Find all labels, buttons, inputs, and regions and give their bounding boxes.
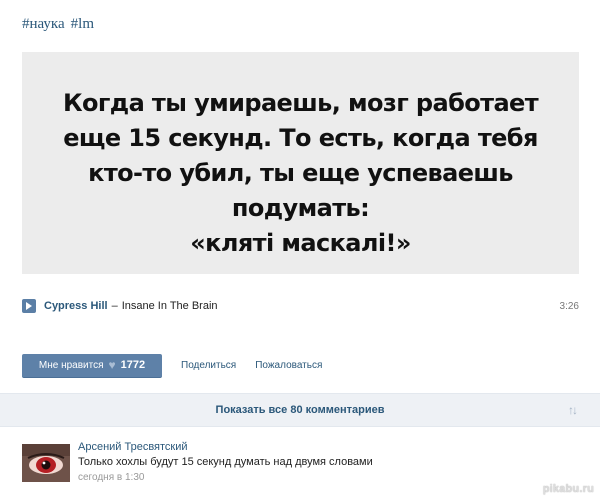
like-button[interactable]: Мне нравится ♥ 1772 xyxy=(22,353,162,378)
play-icon[interactable] xyxy=(22,299,36,313)
tag-nauka[interactable]: #наука xyxy=(22,16,65,33)
like-count: 1772 xyxy=(120,359,146,371)
comment-text: Только хохлы будут 15 секунд думать над … xyxy=(78,456,373,468)
hashtags: #наука #lm xyxy=(22,16,94,33)
post-actions: Мне нравится ♥ 1772 Поделиться Пожаловат… xyxy=(22,353,579,378)
meme-caption: Когда ты умираешь, мозг работает еще 15 … xyxy=(22,86,579,261)
watermark-logo: pikabu.ru xyxy=(542,483,594,495)
heart-icon: ♥ xyxy=(108,358,116,372)
audio-track: Cypress Hill – Insane In The Brain 3:26 xyxy=(22,296,579,316)
audio-separator: – xyxy=(111,300,118,312)
like-label: Мне нравится xyxy=(38,359,104,371)
comment-item: Арсений Тресвятский Только хохлы будут 1… xyxy=(22,441,579,491)
share-link[interactable]: Поделиться xyxy=(181,360,236,371)
meme-caption-line: «кляті маскалі!» xyxy=(190,229,411,257)
meme-caption-line: еще 15 секунд. То есть, когда тебя xyxy=(63,124,538,152)
tag-lm[interactable]: #lm xyxy=(71,16,94,33)
report-link[interactable]: Пожаловаться xyxy=(255,360,322,371)
audio-duration: 3:26 xyxy=(559,300,579,312)
meme-caption-line: кто-то убил, ты еще успеваешь подумать: xyxy=(88,159,513,222)
audio-artist[interactable]: Cypress Hill xyxy=(44,300,108,312)
comment-time[interactable]: сегодня в 1:30 xyxy=(78,472,144,483)
show-all-comments-button[interactable]: Показать все 80 комментариев ↑↓ xyxy=(0,393,600,427)
meme-image[interactable]: Когда ты умираешь, мозг работает еще 15 … xyxy=(22,52,579,274)
show-all-comments-label: Показать все 80 комментариев xyxy=(215,404,385,416)
avatar[interactable] xyxy=(22,444,70,482)
audio-title: Insane In The Brain xyxy=(121,300,218,312)
meme-caption-line: Когда ты умираешь, мозг работает xyxy=(62,89,539,117)
sort-icon[interactable]: ↑↓ xyxy=(568,403,578,417)
comment-author[interactable]: Арсений Тресвятский xyxy=(78,441,188,453)
